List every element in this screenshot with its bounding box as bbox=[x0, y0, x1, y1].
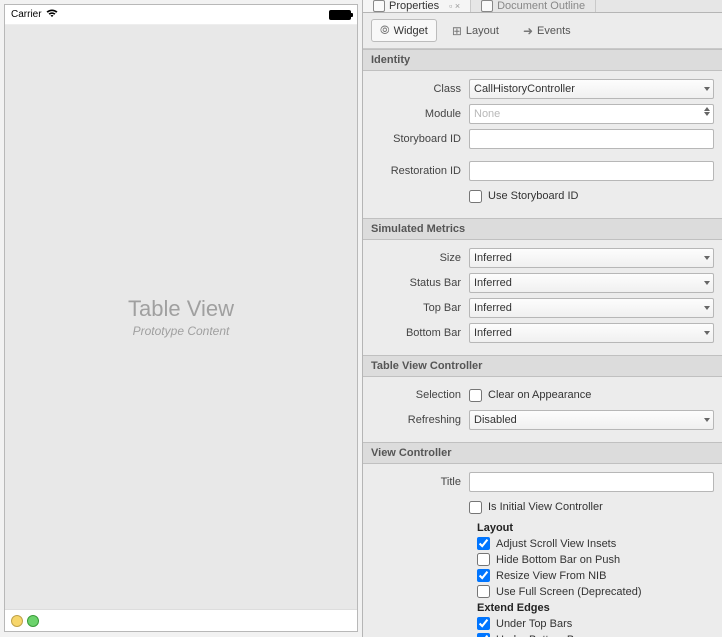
layout-icon: ⊞ bbox=[452, 24, 462, 38]
bottombar-label: Bottom Bar bbox=[371, 327, 469, 339]
size-label: Size bbox=[371, 252, 469, 264]
tab-document-outline-label: Document Outline bbox=[497, 0, 585, 12]
vc-extend-header: Extend Edges bbox=[477, 602, 714, 614]
clear-on-appearance-label: Clear on Appearance bbox=[488, 389, 591, 401]
carrier-label: Carrier bbox=[11, 9, 42, 20]
module-label: Module bbox=[371, 108, 469, 120]
sub-tab-events-label: Events bbox=[537, 25, 571, 37]
properties-icon bbox=[373, 0, 385, 12]
sub-tab-widget-label: Widget bbox=[394, 25, 428, 37]
full-screen-label: Use Full Screen (Deprecated) bbox=[496, 586, 642, 598]
section-identity-header: Identity bbox=[363, 49, 722, 71]
sub-tab-widget[interactable]: ⦾ Widget bbox=[371, 19, 437, 42]
restoration-id-label: Restoration ID bbox=[371, 165, 469, 177]
document-outline-icon bbox=[481, 0, 493, 12]
statusbar-select[interactable]: Inferred bbox=[469, 273, 714, 293]
storyboard-id-label: Storyboard ID bbox=[371, 133, 469, 145]
under-bottom-label: Under Bottom Bars bbox=[496, 634, 590, 637]
dock-dot-green-icon[interactable] bbox=[27, 615, 39, 627]
clear-on-appearance-checkbox[interactable] bbox=[469, 389, 482, 402]
tab-properties[interactable]: Properties ▫ × bbox=[363, 0, 471, 12]
statusbar-label: Status Bar bbox=[371, 277, 469, 289]
wifi-icon bbox=[46, 9, 58, 21]
refreshing-select[interactable]: Disabled bbox=[469, 410, 714, 430]
tab-properties-label: Properties bbox=[389, 0, 439, 12]
use-storyboard-id-label: Use Storyboard ID bbox=[488, 190, 578, 202]
preview-dock bbox=[5, 609, 357, 631]
sub-tab-events[interactable]: ➜ Events bbox=[514, 19, 580, 42]
module-field[interactable] bbox=[469, 104, 714, 124]
widget-icon: ⦾ bbox=[380, 23, 390, 38]
resize-nib-checkbox[interactable] bbox=[477, 569, 490, 582]
full-screen-checkbox[interactable] bbox=[477, 585, 490, 598]
topbar-label: Top Bar bbox=[371, 302, 469, 314]
restoration-id-field[interactable] bbox=[469, 161, 714, 181]
preview-status-bar: Carrier bbox=[5, 5, 357, 25]
sub-tab-layout-label: Layout bbox=[466, 25, 499, 37]
under-top-label: Under Top Bars bbox=[496, 618, 572, 630]
is-initial-checkbox[interactable] bbox=[469, 501, 482, 514]
storyboard-id-field[interactable] bbox=[469, 129, 714, 149]
sub-tab-layout[interactable]: ⊞ Layout bbox=[443, 19, 508, 42]
preview-content-subtitle: Prototype Content bbox=[133, 324, 230, 338]
resize-nib-label: Resize View From NIB bbox=[496, 570, 606, 582]
preview-table-view[interactable]: Table View Prototype Content bbox=[5, 25, 357, 609]
adjust-scroll-checkbox[interactable] bbox=[477, 537, 490, 550]
selection-label: Selection bbox=[371, 389, 469, 401]
tab-document-outline[interactable]: Document Outline bbox=[471, 0, 596, 12]
adjust-scroll-label: Adjust Scroll View Insets bbox=[496, 538, 616, 550]
size-select[interactable]: Inferred bbox=[469, 248, 714, 268]
bottombar-select[interactable]: Inferred bbox=[469, 323, 714, 343]
pin-icon[interactable]: ▫ × bbox=[449, 1, 460, 11]
refreshing-label: Refreshing bbox=[371, 414, 469, 426]
preview-content-title: Table View bbox=[128, 296, 234, 322]
inspector-panel: Properties ▫ × Document Outline ⦾ Widget… bbox=[362, 0, 722, 637]
design-canvas: Carrier Table View Prototype Content bbox=[0, 0, 362, 637]
hide-bottom-checkbox[interactable] bbox=[477, 553, 490, 566]
vc-layout-header: Layout bbox=[477, 522, 714, 534]
hide-bottom-label: Hide Bottom Bar on Push bbox=[496, 554, 620, 566]
phone-preview[interactable]: Carrier Table View Prototype Content bbox=[4, 4, 358, 632]
section-tvc-header: Table View Controller bbox=[363, 355, 722, 377]
panel-tab-bar: Properties ▫ × Document Outline bbox=[363, 0, 722, 13]
dock-dot-yellow-icon[interactable] bbox=[11, 615, 23, 627]
topbar-select[interactable]: Inferred bbox=[469, 298, 714, 318]
under-bottom-checkbox[interactable] bbox=[477, 633, 490, 637]
battery-icon bbox=[329, 10, 351, 20]
vc-title-label: Title bbox=[371, 476, 469, 488]
use-storyboard-id-checkbox[interactable] bbox=[469, 190, 482, 203]
inspector-sub-tabs: ⦾ Widget ⊞ Layout ➜ Events bbox=[363, 13, 722, 49]
section-vc-header: View Controller bbox=[363, 442, 722, 464]
class-label: Class bbox=[371, 83, 469, 95]
events-icon: ➜ bbox=[523, 24, 533, 38]
is-initial-label: Is Initial View Controller bbox=[488, 501, 603, 513]
under-top-checkbox[interactable] bbox=[477, 617, 490, 630]
vc-title-field[interactable] bbox=[469, 472, 714, 492]
class-select[interactable]: CallHistoryController bbox=[469, 79, 714, 99]
section-simulated-metrics-header: Simulated Metrics bbox=[363, 218, 722, 240]
